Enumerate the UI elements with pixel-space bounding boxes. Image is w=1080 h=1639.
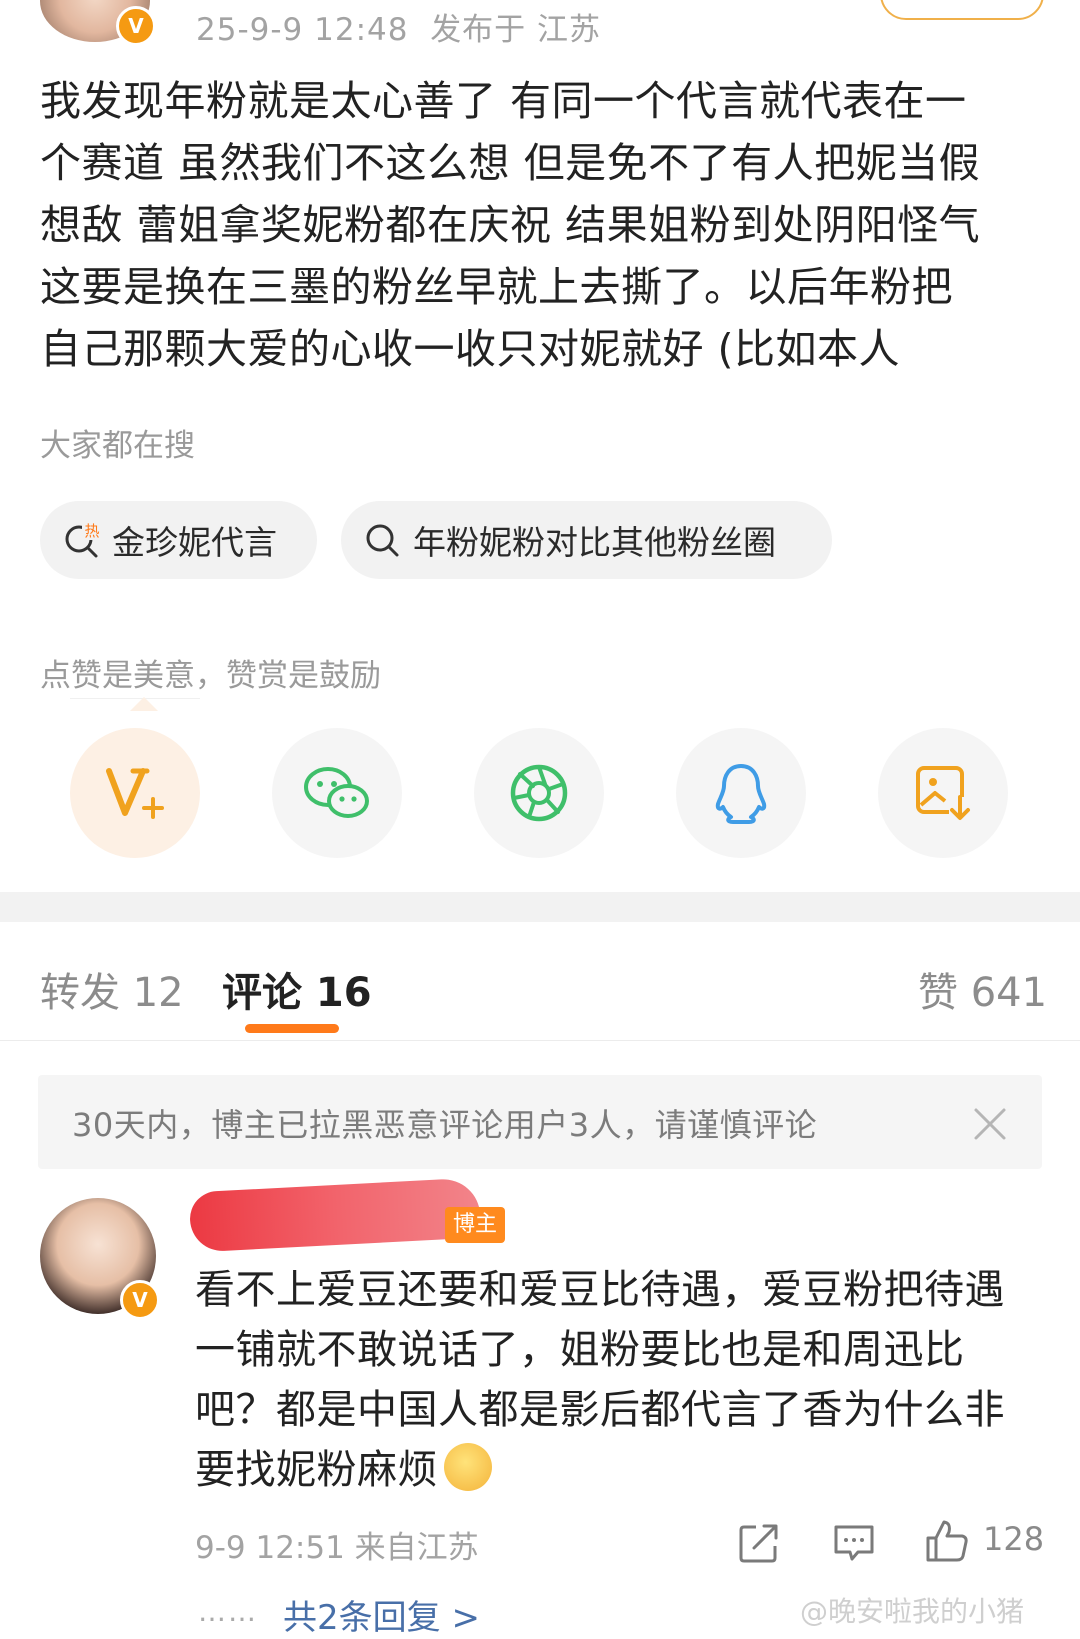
comment-line: 要找妮粉麻烦 <box>195 1447 438 1493</box>
hot-search-icon: 热 <box>65 520 102 558</box>
moments-icon <box>510 764 568 822</box>
post-line: 个赛道 虽然我们不这么想 但是免不了有人把妮当假 <box>40 139 981 187</box>
post-line: 想敌 蕾姐拿奖妮粉都在庆祝 结果姐粉到处阴阳怪气 <box>40 201 981 249</box>
search-chip-2[interactable]: 年粉妮粉对比其他粉丝圈 <box>341 501 832 579</box>
thumbs-up-icon[interactable] <box>924 1518 970 1564</box>
reward-label: 点赞是美意，赞赏是鼓励 <box>40 658 381 694</box>
vplus-button[interactable] <box>70 728 200 858</box>
qq-icon <box>715 764 767 824</box>
blogger-badge: 博主 <box>445 1207 506 1243</box>
comment-meta: 9-9 12:51 来自江苏 <box>195 1530 479 1566</box>
save-image-button[interactable] <box>878 728 1008 858</box>
like-count: 128 <box>983 1520 1045 1558</box>
active-tab-indicator <box>245 1024 339 1033</box>
post-line: 自己那颗大爱的心收一收只对妮就好 (比如本人 <box>40 325 901 373</box>
hot-tag: 热 <box>84 522 99 540</box>
comment-line: 一铺就不敢说话了，姐粉要比也是和周迅比 <box>195 1327 965 1373</box>
shush-emoji-icon <box>444 1443 492 1491</box>
follow-button[interactable] <box>880 0 1044 20</box>
wechat-icon <box>304 767 369 818</box>
notice-text: 30天内，博主已拉黑恶意评论用户3人，请谨慎评论 <box>72 1106 818 1144</box>
search-chip-label: 金珍妮代言 <box>112 523 277 562</box>
post-line: 我发现年粉就是太心善了 有同一个代言就代表在一 <box>40 77 967 125</box>
search-chip-1[interactable]: 热 金珍妮代言 <box>40 501 317 579</box>
post-location: 发布于 江苏 <box>430 12 602 48</box>
post-timestamp: 25-9-9 12:48 <box>196 12 409 48</box>
section-divider <box>0 892 1080 922</box>
watermark: @晚安啦我的小猪 <box>800 1595 1025 1628</box>
search-section-label: 大家都在搜 <box>40 428 195 464</box>
share-qq-button[interactable] <box>676 728 806 858</box>
verified-badge: V <box>120 1280 160 1320</box>
comment-line: 吧？都是中国人都是影后都代言了香为什么非 <box>195 1387 1005 1433</box>
view-replies-link[interactable]: 共2条回复 > <box>283 1590 480 1639</box>
redacted-username <box>188 1177 482 1253</box>
comment-icon[interactable] <box>832 1522 876 1564</box>
tab-repost[interactable]: 转发 12 <box>40 960 184 1018</box>
tab-comment[interactable]: 评论 16 <box>222 960 372 1018</box>
share-icon[interactable] <box>738 1522 780 1564</box>
verified-badge: V <box>116 6 156 46</box>
search-icon <box>366 524 399 557</box>
post-meta: 25-9-9 12:48 发布于 江苏 <box>196 4 601 49</box>
tab-likes[interactable]: 赞 641 <box>918 960 1047 1018</box>
save-image-icon <box>916 766 971 821</box>
search-chip-label: 年粉妮粉对比其他粉丝圈 <box>413 523 776 562</box>
close-icon[interactable] <box>973 1107 1007 1141</box>
replies-dots: …… <box>198 1595 258 1628</box>
divider <box>0 1040 1080 1041</box>
comment-line: 看不上爱豆还要和爱豆比待遇，爱豆粉把待遇 <box>195 1267 1005 1313</box>
share-wechat-button[interactable] <box>272 728 402 858</box>
selection-pointer <box>130 697 158 711</box>
post-line: 这要是换在三墨的粉丝早就上去撕了。以后年粉把 <box>40 263 953 311</box>
share-moments-button[interactable] <box>474 728 604 858</box>
vplus-icon <box>106 768 164 819</box>
comment-text: 看不上爱豆还要和爱豆比待遇，爱豆粉把待遇 一铺就不敢说话了，姐粉要比也是和周迅比… <box>195 1260 1055 1500</box>
post-text: 我发现年粉就是太心善了 有同一个代言就代表在一 个赛道 虽然我们不这么想 但是免… <box>40 70 1050 380</box>
